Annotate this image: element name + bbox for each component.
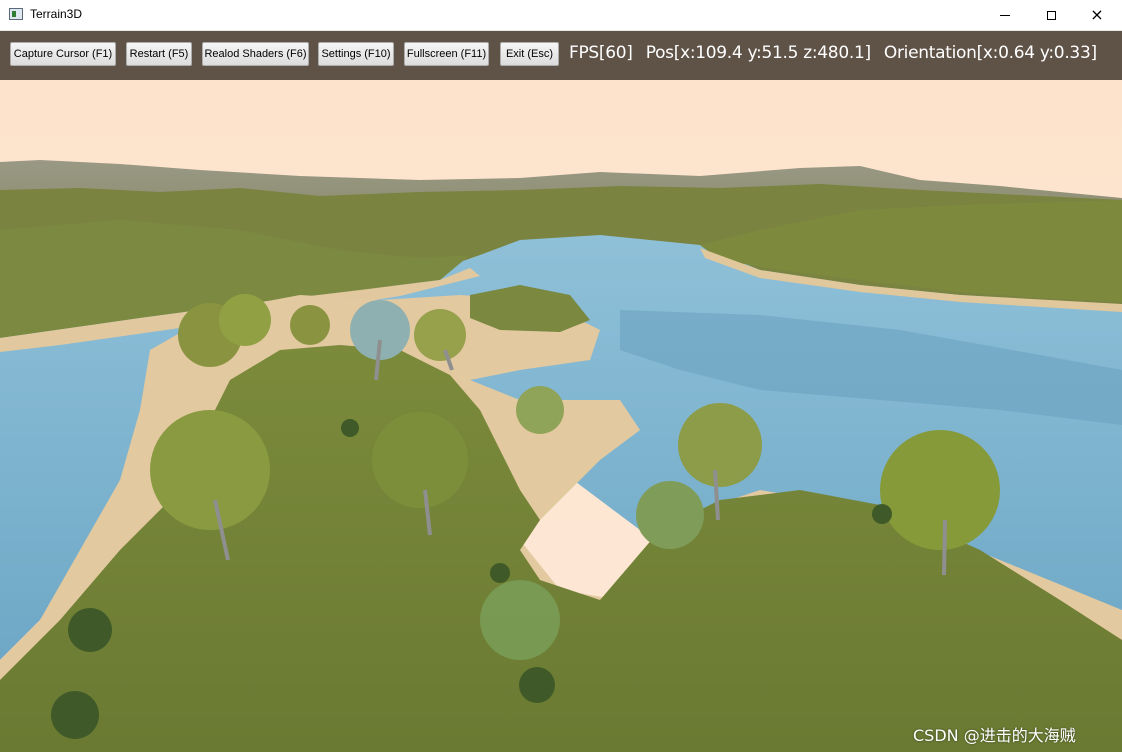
fps-readout: FPS[60] [569, 43, 633, 63]
reload-shaders-button[interactable]: Realod Shaders (F6) [202, 42, 309, 66]
close-button[interactable]: × [1074, 0, 1120, 30]
settings-button[interactable]: Settings (F10) [318, 42, 394, 66]
app-icon [9, 8, 23, 20]
window-title: Terrain3D [30, 7, 83, 21]
orientation-readout: Orientation[x:0.64 y:0.33] [883, 43, 1097, 63]
terrain-scene [0, 80, 1122, 752]
maximize-icon [1046, 10, 1056, 20]
position-readout: Pos[x:109.4 y:51.5 z:480.1] [645, 43, 871, 63]
terrain-viewport[interactable] [0, 80, 1122, 752]
toolbar: Capture Cursor (F1) Restart (F5) Realod … [0, 31, 1122, 80]
fullscreen-button[interactable]: Fullscreen (F11) [404, 42, 489, 66]
close-icon: × [1090, 5, 1104, 24]
exit-button[interactable]: Exit (Esc) [500, 42, 559, 66]
watermark: CSDN @进击的大海贼 [913, 726, 1076, 745]
maximize-button[interactable] [1028, 0, 1074, 30]
title-bar: Terrain3D × [0, 0, 1122, 31]
minimize-icon [1000, 14, 1010, 16]
minimize-button[interactable] [982, 0, 1028, 30]
restart-button[interactable]: Restart (F5) [126, 42, 192, 66]
capture-cursor-button[interactable]: Capture Cursor (F1) [10, 42, 116, 66]
stats-readout: FPS[60] Pos[x:109.4 y:51.5 z:480.1] Orie… [569, 43, 1105, 63]
